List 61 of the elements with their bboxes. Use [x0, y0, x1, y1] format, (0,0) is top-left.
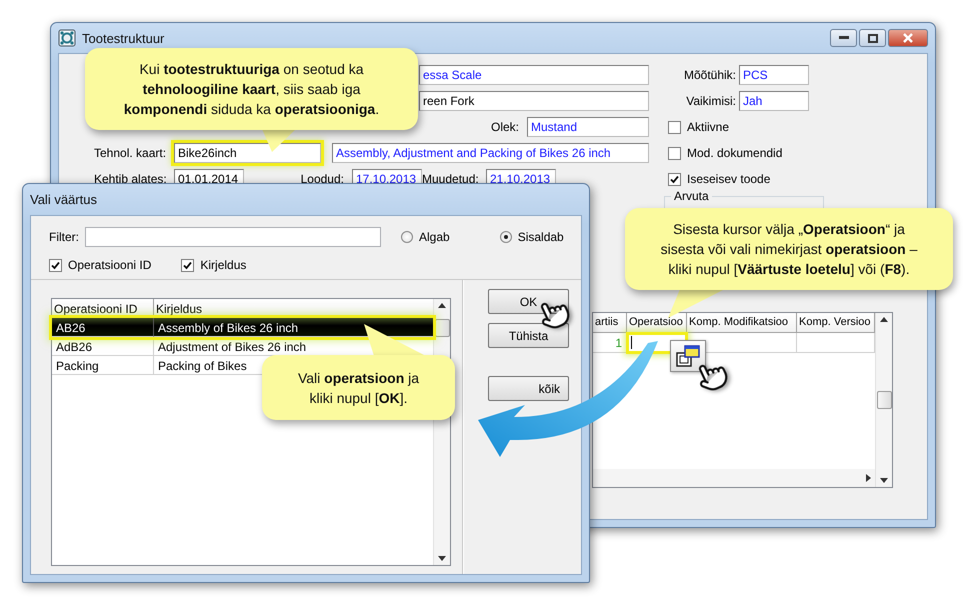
- scroll-down-icon[interactable]: [438, 556, 446, 561]
- minimize-button[interactable]: [830, 29, 857, 47]
- column-header[interactable]: Komp. Modifikatsioo: [687, 313, 797, 333]
- callout-text: Kui tootestruktuuriga on seotud ka tehnoloogiline kaart, siis saab iga komponendi siduda ka operatsiooniga.: [124, 60, 380, 119]
- scroll-thumb[interactable]: [876, 391, 892, 409]
- filter-field[interactable]: [85, 227, 381, 247]
- checkbox[interactable]: [181, 258, 194, 272]
- checkbox[interactable]: [668, 146, 681, 160]
- close-icon: [902, 33, 914, 43]
- field-label: Filter:: [49, 230, 79, 244]
- maximize-button[interactable]: [859, 29, 886, 47]
- checkbox-label: Mod. dokumendid: [687, 146, 782, 160]
- close-button[interactable]: [888, 29, 928, 47]
- text-field[interactable]: essa Scale: [419, 65, 649, 85]
- scroll-up-icon[interactable]: [438, 303, 446, 308]
- field-label: Loodud:: [300, 172, 344, 186]
- text-field[interactable]: Assembly, Adjustment and Packing of Bikes 26 inch: [332, 143, 649, 163]
- field-label: Olek:: [490, 120, 519, 134]
- radio-button[interactable]: [500, 231, 512, 243]
- app-icon: [58, 29, 76, 47]
- dialog-button[interactable]: OK: [488, 289, 569, 314]
- checkbox-label: Aktiivne: [687, 120, 730, 134]
- table-cell: 1: [593, 333, 627, 353]
- column-header[interactable]: Komp. Versioo: [797, 313, 875, 333]
- checkbox-label: Operatsiooni ID: [68, 258, 152, 272]
- text-field[interactable]: Mustand: [527, 117, 649, 137]
- maximize-icon: [868, 34, 878, 42]
- field-label: Mõõtühik:: [682, 68, 736, 82]
- checkbox[interactable]: [668, 120, 681, 134]
- text-field[interactable]: Bike26inch: [174, 143, 321, 163]
- value-list-button[interactable]: [670, 340, 706, 372]
- scroll-down-icon[interactable]: [880, 478, 888, 483]
- checkbox[interactable]: [668, 172, 681, 186]
- text-field[interactable]: PCS: [739, 65, 809, 85]
- scroll-up-icon[interactable]: [880, 317, 888, 322]
- field-label: Vaikimisi:: [685, 94, 736, 108]
- dialog-title: Vali väärtus: [30, 192, 97, 207]
- field-label: Kehtib alates:: [94, 172, 166, 186]
- minimize-icon: [838, 36, 848, 40]
- group-label: Arvuta: [673, 189, 710, 203]
- text-field[interactable]: reen Fork: [419, 91, 649, 111]
- radio-button[interactable]: [401, 231, 413, 243]
- checkbox-label: Iseseisev toode: [687, 172, 770, 186]
- scroll-right-icon[interactable]: [866, 474, 871, 482]
- horizontal-scrollbar[interactable]: [593, 469, 875, 487]
- dialog-button[interactable]: Tühista: [488, 323, 569, 348]
- column-header[interactable]: artiis: [593, 313, 627, 333]
- checkbox[interactable]: [49, 258, 62, 272]
- callout-text: Sisesta kursor välja „Operatsioon“ ja sisesta või vali nimekirjast operatsioon – kliki nupul [Väärtuste loetelu] või (F8).: [660, 220, 918, 279]
- radio-label: Sisaldab: [518, 230, 564, 244]
- text-field[interactable]: Jah: [739, 91, 809, 111]
- column-header[interactable]: Operatsioo: [627, 313, 687, 333]
- vertical-scrollbar[interactable]: [875, 313, 892, 487]
- text-cursor: [631, 336, 632, 349]
- field-label: Muudetud:: [422, 172, 478, 186]
- dialog-button[interactable]: kõik: [488, 376, 569, 401]
- list-row[interactable]: AB26 Assembly of Bikes 26 inch: [52, 318, 433, 337]
- field-label: Tehnol. kaart:: [94, 146, 166, 160]
- radio-label: Algab: [419, 230, 450, 244]
- window-title: Tootestruktuur: [82, 30, 164, 46]
- checkbox-label: Kirjeldus: [200, 258, 246, 272]
